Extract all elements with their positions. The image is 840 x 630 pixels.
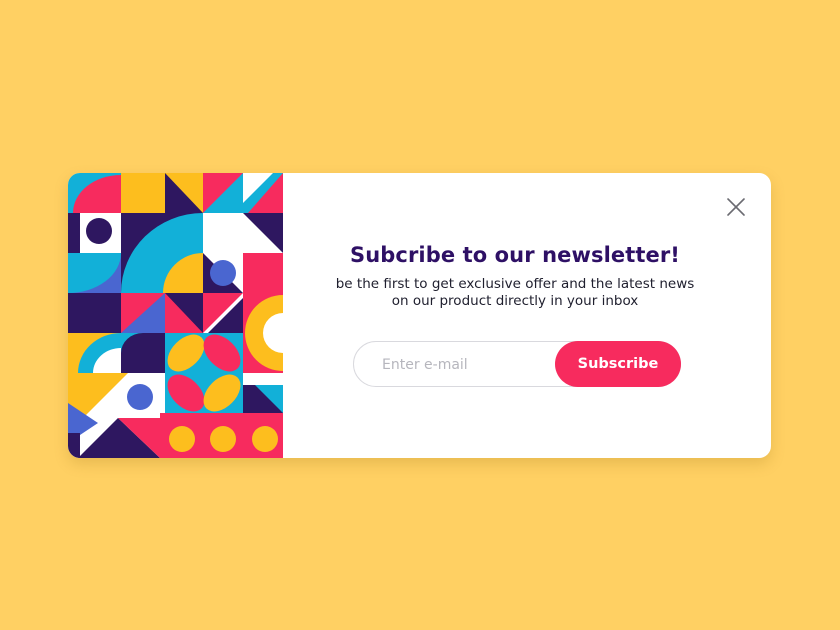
subscribe-form: Subscribe <box>353 341 681 388</box>
newsletter-popup: Subcribe to our newsletter! be the first… <box>68 173 771 458</box>
close-button[interactable] <box>722 193 750 221</box>
geometric-pattern-artwork <box>68 173 283 458</box>
close-icon <box>727 198 745 216</box>
subscribe-button[interactable]: Subscribe <box>555 341 681 387</box>
popup-title: Subcribe to our newsletter! <box>349 243 680 267</box>
popup-subtitle: be the first to get exclusive offer and … <box>335 276 695 309</box>
email-input[interactable] <box>380 342 544 388</box>
popup-text: Subcribe to our newsletter! be the first… <box>315 243 715 310</box>
